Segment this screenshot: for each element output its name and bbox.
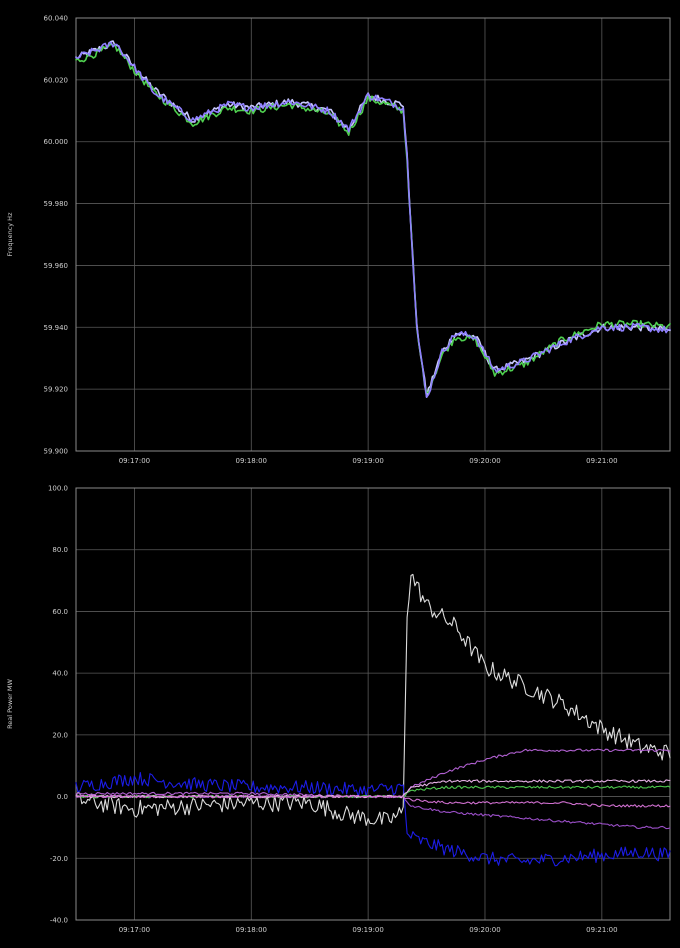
y-tick-label: 59.900 [44,448,69,456]
x-tick-label: 09:20:00 [469,926,500,934]
frequency-and-power-charts: 60.040 60.020 60.000 59.980 59.960 59.940 59.9… [0,0,680,948]
y-tick-label: 60.020 [44,76,69,84]
y-tick-label: 60.000 [44,138,69,146]
x-tick-label: 09:20:00 [469,457,500,465]
x-tick-label: 09:17:00 [119,926,150,934]
y-tick-label: 59.980 [44,200,69,208]
x-tick-label: 09:19:00 [352,457,383,465]
y-tick-label: 59.960 [44,262,69,270]
x-tick-label: 09:18:00 [236,457,267,465]
y-tick-label: 60.0 [52,608,68,616]
y-tick-label: 20.0 [52,731,68,739]
y-tick-label: 59.940 [44,324,69,332]
x-tick-label: 09:19:00 [352,926,383,934]
x-tick-label: 09:17:00 [119,457,150,465]
x-tick-label: 09:21:00 [586,457,617,465]
y-axis-label: Real Power MW [6,679,14,729]
x-tick-label: 09:21:00 [586,926,617,934]
y-tick-label: 80.0 [52,546,68,554]
y-tick-label: 60.040 [44,15,69,23]
y-tick-label: -40.0 [50,917,68,925]
x-tick-label: 09:18:00 [236,926,267,934]
y-tick-label: -20.0 [50,855,68,863]
y-tick-label: 40.0 [52,670,68,678]
y-tick-label: 0.0 [57,793,68,801]
y-tick-label: 100.0 [48,485,68,493]
y-tick-label: 59.920 [44,386,69,394]
y-axis-label: Frequency Hz [6,212,14,257]
